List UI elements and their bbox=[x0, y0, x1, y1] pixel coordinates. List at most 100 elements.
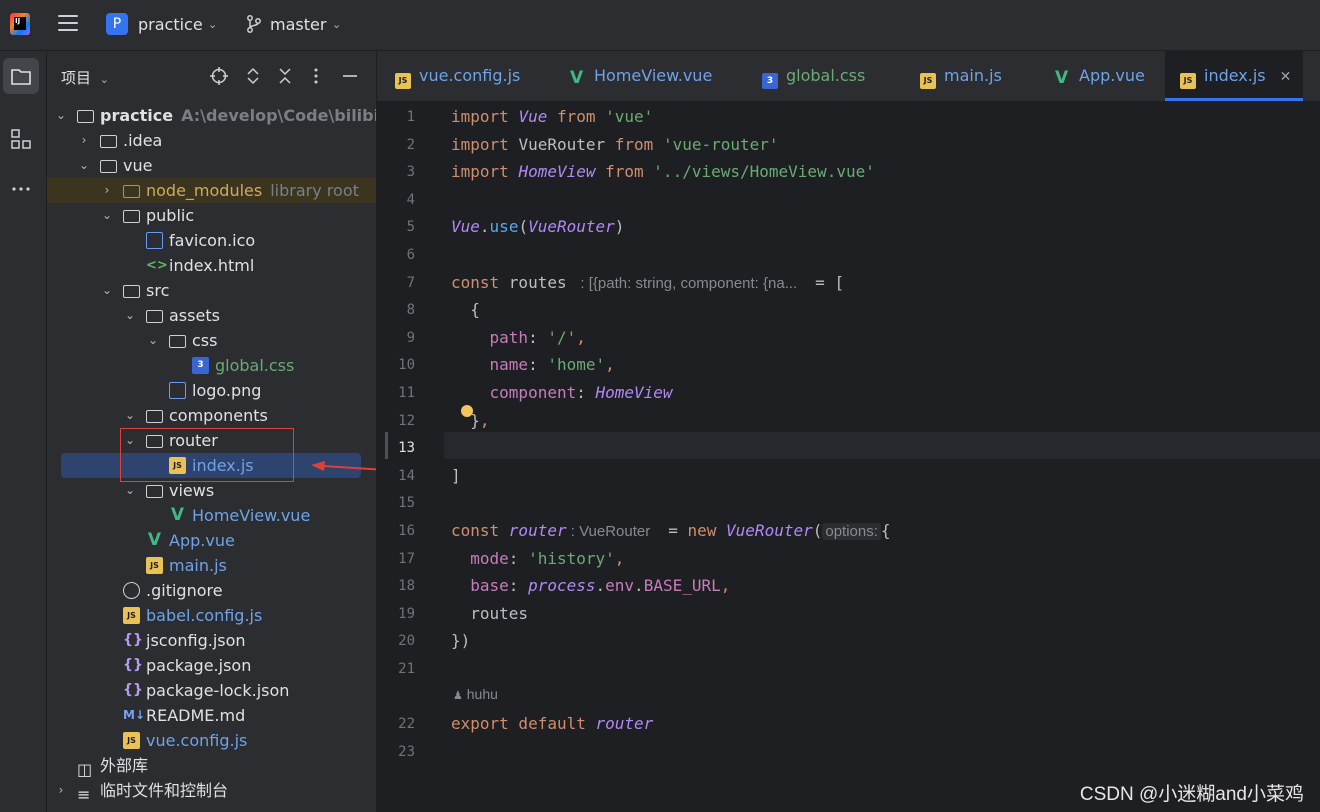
chevron-down-icon[interactable]: ⌄ bbox=[124, 403, 136, 428]
project-badge[interactable]: P bbox=[106, 13, 128, 35]
tree-item[interactable]: <> index.html bbox=[47, 253, 376, 278]
markdown-file-icon: M↓ bbox=[123, 708, 145, 722]
expand-all-icon[interactable] bbox=[246, 67, 260, 85]
code-line[interactable]: mode: 'history', bbox=[451, 545, 624, 572]
tree-item[interactable]: JS vue.config.js bbox=[47, 728, 376, 753]
more-tools-button[interactable] bbox=[3, 171, 39, 207]
annotation-arrow-icon bbox=[311, 461, 376, 471]
tab-label: index.js bbox=[1204, 66, 1266, 85]
tree-item[interactable]: ◫ 外部库 bbox=[47, 753, 376, 779]
code-line[interactable]: { bbox=[451, 296, 480, 323]
main-menu-icon[interactable] bbox=[58, 15, 78, 33]
options-icon[interactable] bbox=[313, 67, 319, 85]
tree-item[interactable]: ⌄ src bbox=[47, 278, 376, 303]
chevron-down-icon[interactable]: ⌄ bbox=[124, 303, 136, 328]
tree-item[interactable]: 3 global.css bbox=[47, 353, 376, 378]
tree-item-label: css bbox=[192, 331, 218, 350]
code-line[interactable]: import HomeView from '../views/HomeView.… bbox=[451, 158, 875, 185]
chevron-right-icon[interactable]: › bbox=[101, 178, 113, 203]
tree-item[interactable]: ⌄ css bbox=[47, 328, 376, 353]
code-line[interactable]: }) bbox=[451, 627, 470, 654]
code-line[interactable]: import VueRouter from 'vue-router' bbox=[451, 131, 779, 158]
code-editor[interactable]: import Vue from 'vue' import VueRouter fr… bbox=[377, 102, 1320, 812]
chevron-down-icon[interactable]: ⌄ bbox=[78, 153, 90, 178]
line-number: 20 bbox=[398, 633, 415, 650]
folder-icon bbox=[123, 210, 140, 223]
tree-item[interactable]: {} package.json bbox=[47, 653, 376, 678]
project-selector[interactable]: practice bbox=[138, 15, 203, 34]
more-horizontal-icon bbox=[12, 187, 30, 191]
tab-label: HomeView.vue bbox=[594, 66, 713, 85]
line-number: 5 bbox=[406, 219, 415, 236]
scratch-files-icon: ≡ bbox=[77, 785, 91, 804]
tab-homeview-vue[interactable]: V HomeView.vue bbox=[570, 51, 712, 101]
code-line[interactable]: ] bbox=[451, 462, 461, 489]
tree-item[interactable]: ⌄ public bbox=[47, 203, 376, 228]
chevron-down-icon[interactable]: ⌄ bbox=[101, 278, 113, 303]
chevron-down-icon[interactable]: ⌄ bbox=[208, 18, 217, 31]
code-line[interactable]: const routes : [{path: string, component… bbox=[451, 269, 844, 296]
branch-selector[interactable]: master bbox=[270, 15, 326, 34]
code-line[interactable]: path: '/', bbox=[451, 324, 586, 351]
tree-item-label: .gitignore bbox=[146, 581, 223, 600]
chevron-down-icon[interactable]: ⌄ bbox=[147, 328, 159, 353]
code-author-hint[interactable]: ♟ huhu bbox=[453, 686, 498, 702]
tree-item[interactable]: ⌄ vue bbox=[47, 153, 376, 178]
chevron-down-icon[interactable]: ⌄ bbox=[100, 73, 109, 86]
tree-item-label: 外部库 bbox=[100, 756, 149, 775]
tab-main-js[interactable]: JS main.js bbox=[920, 51, 1002, 101]
tree-item[interactable]: ⌄ components bbox=[47, 403, 376, 428]
tree-item[interactable]: JS main.js bbox=[47, 553, 376, 578]
javascript-file-icon: JS bbox=[123, 732, 140, 749]
chevron-right-icon[interactable]: › bbox=[55, 778, 67, 803]
code-line[interactable]: name: 'home', bbox=[451, 351, 615, 378]
panel-title[interactable]: 项目 ⌄ bbox=[61, 67, 109, 88]
tree-item[interactable]: ⌄ assets bbox=[47, 303, 376, 328]
line-number: 19 bbox=[398, 605, 415, 622]
tree-item[interactable]: favicon.ico bbox=[47, 228, 376, 253]
code-line[interactable]: routes bbox=[451, 600, 528, 627]
tree-item[interactable]: › .idea bbox=[47, 128, 376, 153]
tab-vue-config-js[interactable]: JS vue.config.js bbox=[395, 51, 520, 101]
tree-item[interactable]: {} jsconfig.json bbox=[47, 628, 376, 653]
code-line[interactable]: const router : VueRouter = new VueRouter… bbox=[451, 517, 891, 544]
tree-item[interactable]: .gitignore bbox=[47, 578, 376, 603]
tree-item[interactable]: ⌄ practiceA:\develop\Code\bilibili\qi bbox=[47, 103, 376, 128]
folder-icon bbox=[100, 160, 117, 173]
close-icon[interactable]: ✕ bbox=[1280, 69, 1292, 85]
branch-icon bbox=[247, 15, 261, 33]
javascript-file-icon: JS bbox=[1180, 73, 1196, 89]
tree-item[interactable]: logo.png bbox=[47, 378, 376, 403]
chevron-right-icon[interactable]: › bbox=[78, 128, 90, 153]
tree-item[interactable]: JS babel.config.js bbox=[47, 603, 376, 628]
code-line[interactable]: import Vue from 'vue' bbox=[451, 103, 653, 130]
editor-tab-bar: JS vue.config.js V HomeView.vue 3 global.css J… bbox=[377, 51, 1320, 102]
chevron-down-icon[interactable]: ⌄ bbox=[332, 18, 341, 31]
collapse-all-icon[interactable] bbox=[278, 67, 292, 85]
code-line[interactable]: base: process.env.BASE_URL, bbox=[451, 572, 730, 599]
line-number: 16 bbox=[398, 523, 415, 539]
tree-item[interactable]: M↓ README.md bbox=[47, 703, 376, 728]
structure-tool-button[interactable] bbox=[3, 121, 39, 157]
lightbulb-icon[interactable] bbox=[461, 405, 473, 417]
code-line[interactable]: export default router bbox=[451, 710, 653, 737]
tree-item[interactable]: › ≡ 临时文件和控制台 bbox=[47, 778, 376, 804]
tab-global-css[interactable]: 3 global.css bbox=[762, 51, 865, 101]
locate-icon[interactable] bbox=[210, 67, 228, 85]
line-number: 7 bbox=[406, 274, 415, 291]
chevron-down-icon[interactable]: ⌄ bbox=[55, 103, 67, 128]
project-tool-button[interactable] bbox=[3, 58, 39, 94]
tab-app-vue[interactable]: V App.vue bbox=[1055, 51, 1145, 101]
tree-item[interactable]: {} package-lock.json bbox=[47, 678, 376, 703]
code-line[interactable]: component: HomeView bbox=[451, 379, 673, 406]
tree-item[interactable]: V App.vue bbox=[47, 528, 376, 553]
code-line[interactable]: Vue.use(VueRouter) bbox=[451, 213, 624, 240]
hide-panel-icon[interactable] bbox=[342, 67, 358, 85]
chevron-down-icon[interactable]: ⌄ bbox=[101, 203, 113, 228]
line-number: 18 bbox=[398, 578, 415, 595]
structure-icon bbox=[11, 129, 31, 149]
tree-item[interactable]: › node_modules library root bbox=[47, 178, 376, 203]
line-number: 15 bbox=[398, 495, 415, 512]
tab-index-js[interactable]: JS index.js ✕ bbox=[1165, 51, 1304, 101]
tree-item[interactable]: V HomeView.vue bbox=[47, 503, 376, 528]
